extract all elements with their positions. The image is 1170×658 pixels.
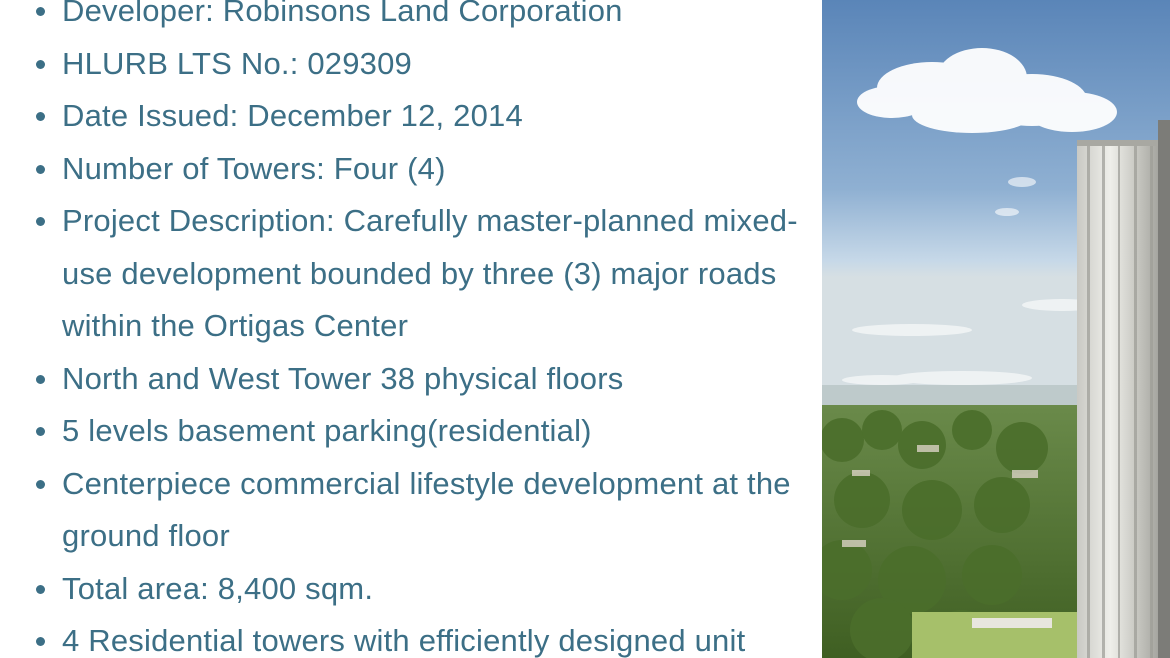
bullet-dot-icon xyxy=(36,217,45,226)
bullet-text: 4 Residential towers with efficiently de… xyxy=(62,623,746,658)
bullet-text: North and West Tower 38 physical floors xyxy=(62,360,624,396)
bullet-dot-icon xyxy=(36,164,45,174)
bullet-text: Date Issued: December 12, 2014 xyxy=(62,98,523,133)
bullet-physical-floors: North and West Tower 38 physical floors xyxy=(0,353,810,406)
bullet-text: HLURB LTS No.: 029309 xyxy=(62,45,412,81)
bullet-total-area: Total area: 8,400 sqm. xyxy=(0,563,810,616)
bullet-dot-icon xyxy=(36,59,45,69)
bullet-hlurb-lts: HLURB LTS No.: 029309 xyxy=(0,38,810,91)
bullet-text: Developer: Robinsons Land Corporation xyxy=(62,0,623,28)
bullet-number-of-towers: Number of Towers: Four (4) xyxy=(0,143,810,196)
bullet-date-issued: Date Issued: December 12, 2014 xyxy=(0,90,810,143)
bullet-text: 5 levels basement parking(residential) xyxy=(62,413,592,448)
bullet-developer: Developer: Robinsons Land Corporation xyxy=(0,0,810,38)
bullet-dot-icon xyxy=(36,374,45,384)
bullet-dot-icon xyxy=(36,427,45,436)
project-details-list: Developer: Robinsons Land Corporation HL… xyxy=(0,0,810,658)
bullet-dot-icon xyxy=(36,584,45,594)
bullet-project-description: Project Description: Carefully master-pl… xyxy=(0,195,810,353)
bullet-dot-icon xyxy=(36,7,45,16)
tower-rendering-svg xyxy=(822,0,1170,658)
residential-tower xyxy=(1077,120,1170,658)
bullet-dot-icon xyxy=(36,637,45,646)
bullet-text: Centerpiece commercial lifestyle develop… xyxy=(62,465,791,554)
bullet-text: Total area: 8,400 sqm. xyxy=(62,570,374,606)
bullet-text: Project Description: Carefully master-pl… xyxy=(62,203,798,343)
bullet-dot-icon xyxy=(36,112,45,121)
pavilion-roof xyxy=(972,618,1052,628)
bullet-dot-icon xyxy=(36,479,45,489)
bullet-basement-parking: 5 levels basement parking(residential) xyxy=(0,405,810,458)
tower-rendering-image xyxy=(822,0,1170,658)
bullet-text: Number of Towers: Four (4) xyxy=(62,150,446,186)
bullet-residential-towers: 4 Residential towers with efficiently de… xyxy=(0,615,810,658)
text-panel: Developer: Robinsons Land Corporation HL… xyxy=(0,0,820,658)
bullet-centerpiece-commercial: Centerpiece commercial lifestyle develop… xyxy=(0,458,810,563)
